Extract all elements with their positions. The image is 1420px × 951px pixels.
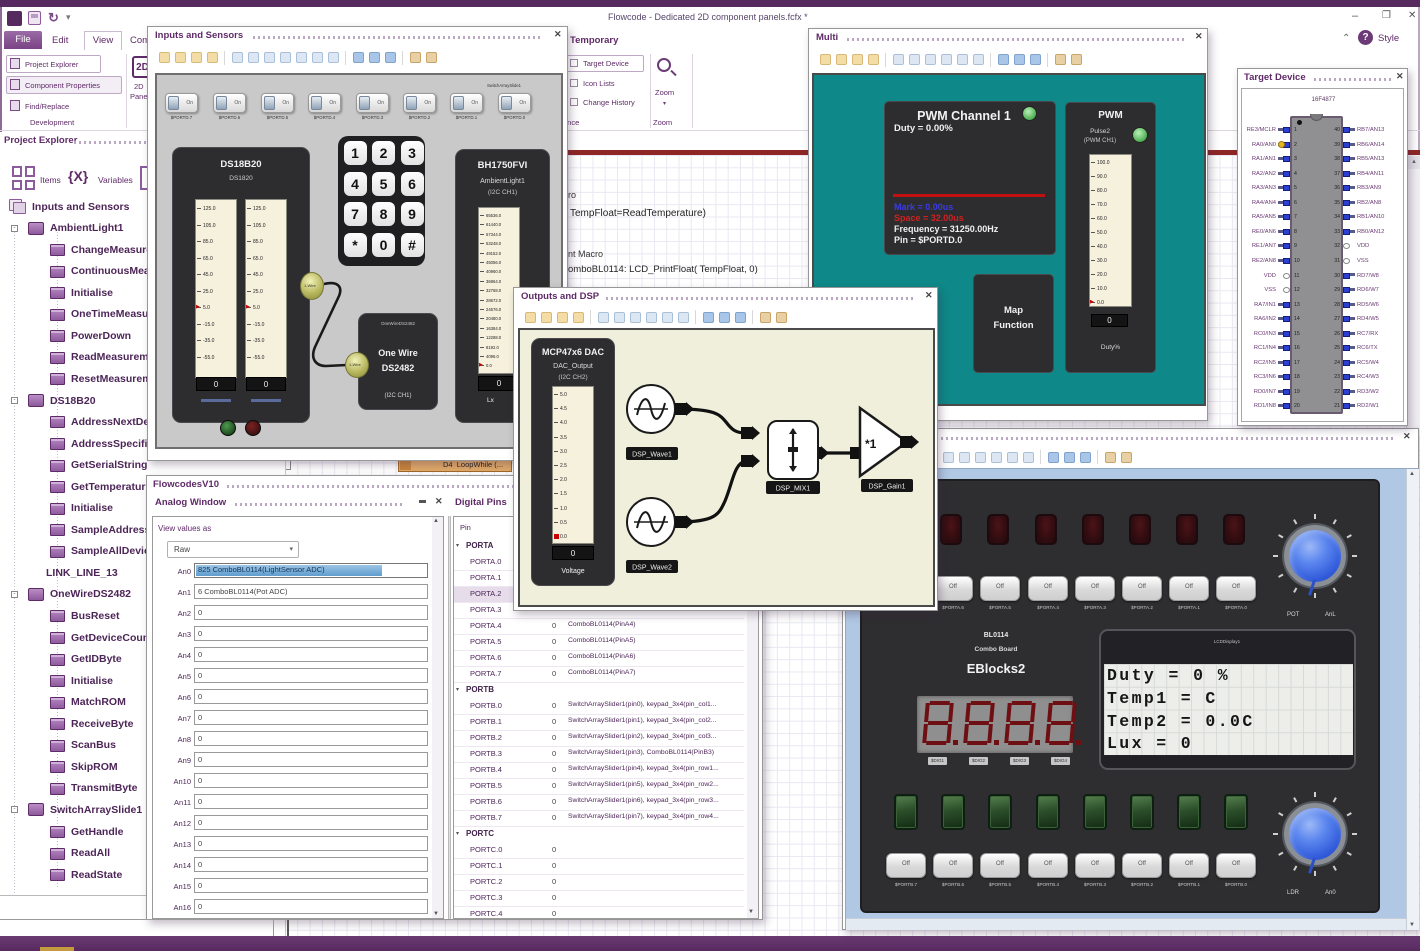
svg-text:DSP_Wave1: DSP_Wave1	[632, 452, 672, 459]
svg-text:DSP_MIX1: DSP_MIX1	[776, 486, 811, 493]
svg-text:*1: *1	[865, 437, 877, 451]
svg-text:DSP_Gain1: DSP_Gain1	[869, 484, 906, 491]
svg-text:DSP_Wave2: DSP_Wave2	[632, 565, 672, 572]
